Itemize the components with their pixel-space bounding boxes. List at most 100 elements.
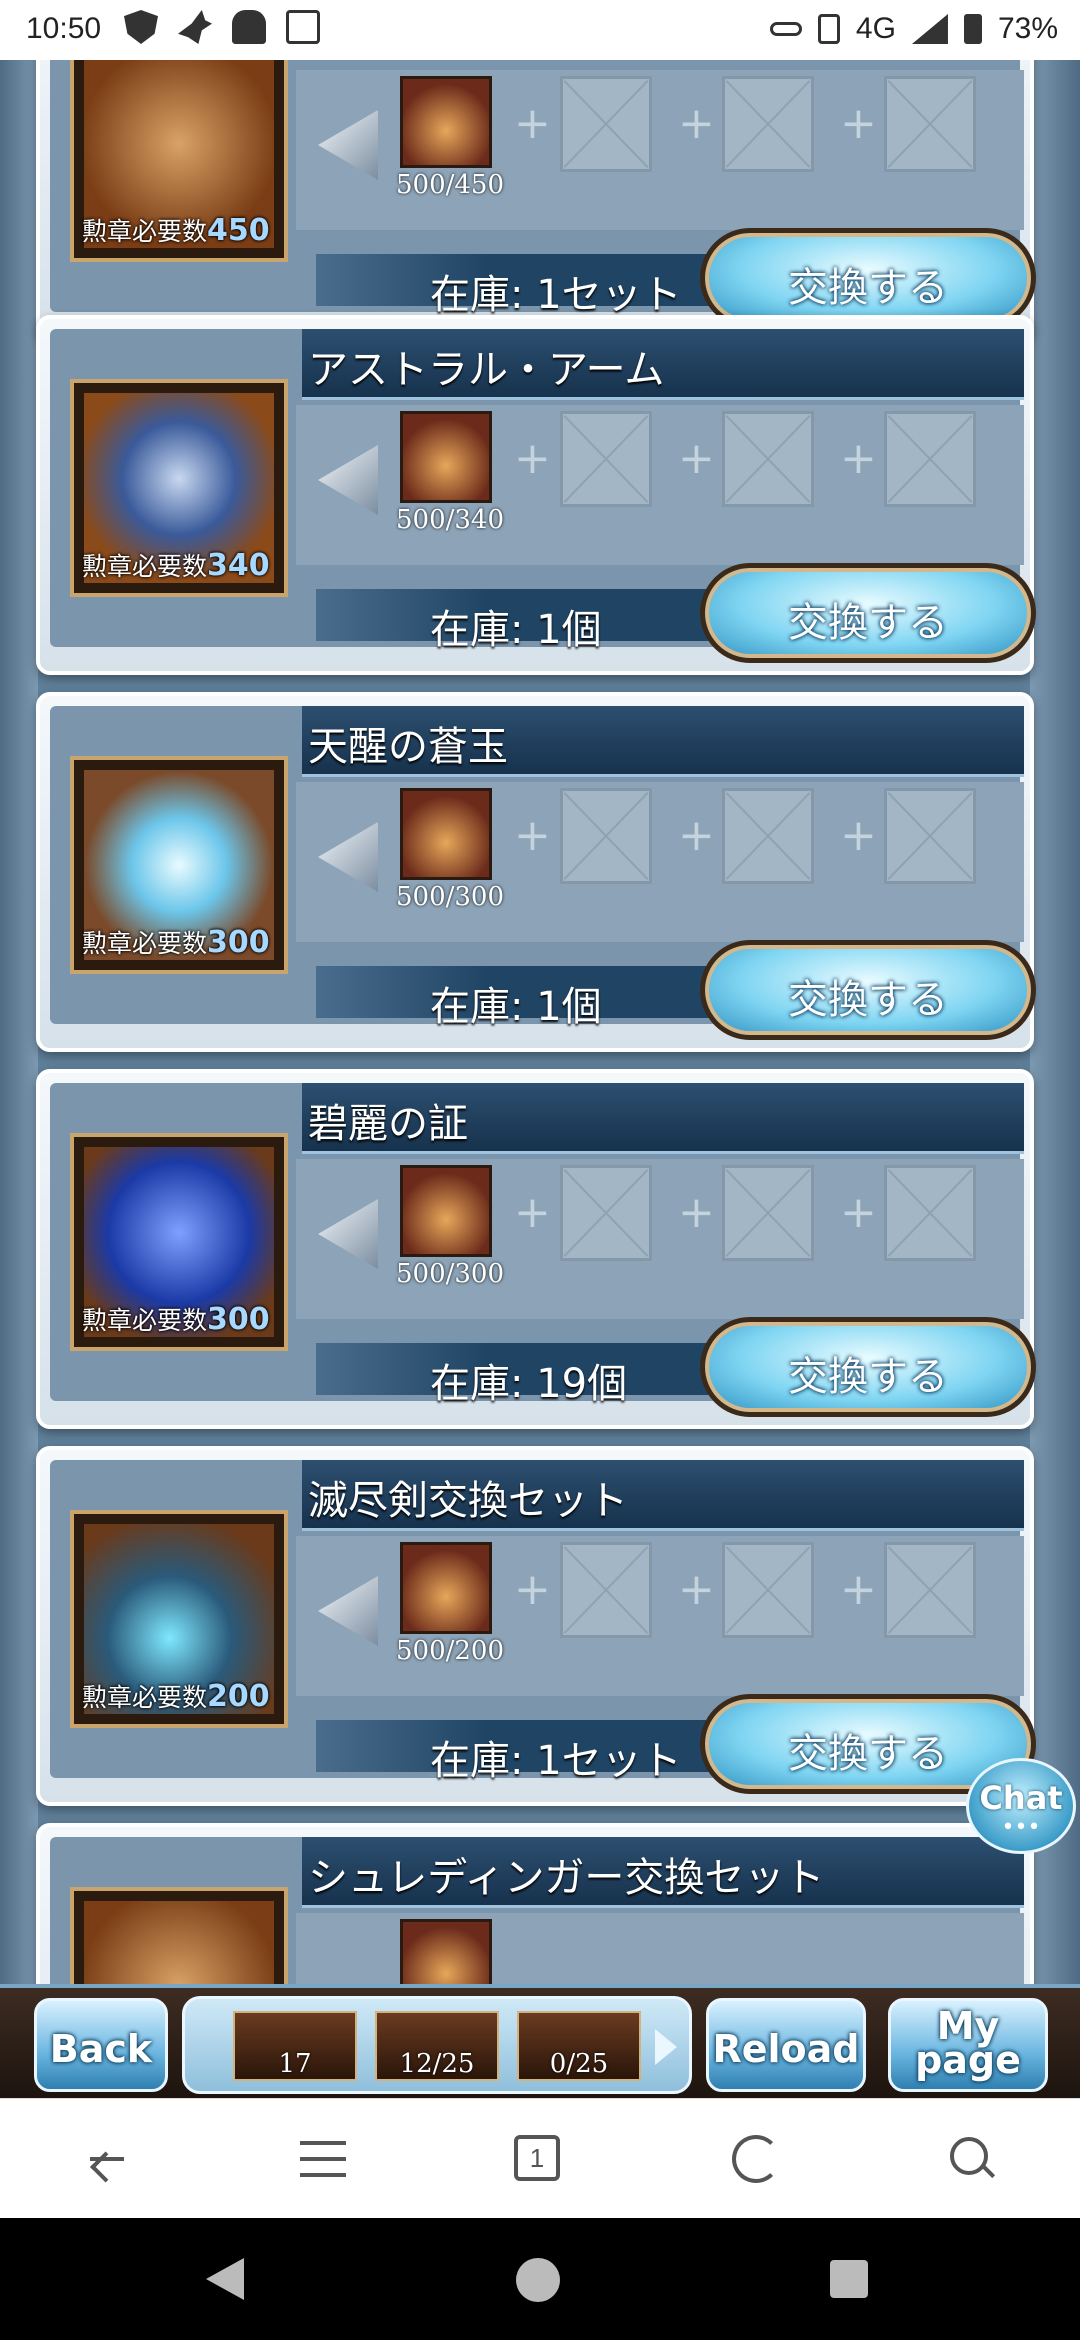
item-frame[interactable] xyxy=(70,1887,288,1987)
status-time: 10:50 xyxy=(26,12,102,45)
refresh-icon[interactable] xyxy=(732,2135,780,2183)
arrow-left-icon[interactable] xyxy=(318,822,378,892)
network-type: 4G xyxy=(855,12,896,45)
mypage-button[interactable]: My page xyxy=(888,1998,1048,2092)
medal-icon xyxy=(400,1542,492,1634)
medal-slots: 500/300 + + + xyxy=(296,1159,1024,1319)
requirement-label: 勲章必要数300 xyxy=(82,1302,270,1337)
medal-count: 500/300 xyxy=(396,882,505,912)
medal-count: 500/450 xyxy=(396,170,505,200)
exchange-button[interactable]: 交換する xyxy=(700,228,1036,328)
back-label: Back xyxy=(49,2027,153,2071)
medal-slots: 500/300 + + + xyxy=(296,782,1024,942)
back-arrow-icon[interactable] xyxy=(84,2135,132,2183)
plus-icon: + xyxy=(514,433,551,484)
chat-button[interactable]: Chat ••• xyxy=(966,1758,1076,1854)
menu-icon[interactable] xyxy=(300,2135,348,2183)
medal-slots: 500/450 + + + xyxy=(296,70,1024,230)
tray-count: 0/25 xyxy=(549,2049,609,2079)
item-frame[interactable]: 勲章必要数300 xyxy=(70,756,288,974)
weapon-icon xyxy=(84,1901,274,1987)
exchange-card: 滅尽剣交換セット 勲章必要数200 500/200 + + + 在庫: 1セット… xyxy=(36,1446,1036,1806)
item-frame[interactable]: 勲章必要数450 xyxy=(70,60,288,262)
empty-slot-icon xyxy=(722,1165,814,1261)
exchange-button[interactable]: 交換する xyxy=(700,1317,1036,1417)
arrow-left-icon[interactable] xyxy=(318,1199,378,1269)
medal-icon xyxy=(400,411,492,503)
exchange-card: 碧麗の証 勲章必要数300 500/300 + + + 在庫: 19個 交換する xyxy=(36,1069,1036,1429)
arrow-left-icon[interactable] xyxy=(318,1576,378,1646)
browser-toolbar: 1 xyxy=(0,2098,1080,2219)
exchange-label: 交換する xyxy=(788,600,948,646)
vibrate-icon xyxy=(817,14,840,44)
stock-label: 在庫: 1個 xyxy=(430,607,602,653)
plus-icon: + xyxy=(514,1564,551,1615)
exchange-card: 勲章必要数450 500/450 + + + 在庫: 1セット 交換する xyxy=(36,60,1036,340)
tabs-icon[interactable]: 1 xyxy=(514,2135,560,2181)
tray-next-icon[interactable] xyxy=(655,2029,677,2065)
mypage-label-line2: page xyxy=(915,2038,1021,2082)
shield-icon xyxy=(124,10,158,44)
medal-slots: 500/340 + + + xyxy=(296,405,1024,565)
left-border xyxy=(0,60,38,1987)
arrow-left-icon[interactable] xyxy=(318,445,378,515)
plus-icon: + xyxy=(840,98,877,149)
game-area: 勲章必要数450 500/450 + + + 在庫: 1セット 交換する アスト… xyxy=(0,60,1080,1987)
system-icons: 4G 73% xyxy=(769,12,1058,46)
exchange-label: 交換する xyxy=(788,265,948,311)
plus-icon: + xyxy=(678,1564,715,1615)
stock-label: 在庫: 1セット xyxy=(430,1738,682,1784)
exchange-card: シュレディンガー交換セット xyxy=(36,1823,1034,1987)
medal-icon xyxy=(400,76,492,168)
tray-item[interactable]: 0/25 xyxy=(517,2011,641,2081)
empty-slot-icon xyxy=(884,76,976,172)
plus-icon: + xyxy=(840,433,877,484)
item-frame[interactable]: 勲章必要数200 xyxy=(70,1510,288,1728)
tray-item[interactable]: 12/25 xyxy=(375,2011,499,2081)
battery-percent: 73% xyxy=(997,12,1058,45)
stock-label: 在庫: 1個 xyxy=(430,984,602,1030)
signal-icon xyxy=(911,14,948,44)
reload-label: Reload xyxy=(712,2027,860,2071)
exchange-card: アストラル・アーム 勲章必要数340 500/340 + + + 在庫: 1個 … xyxy=(36,315,1036,675)
exchange-button[interactable]: 交換する xyxy=(700,563,1036,663)
medal-slots xyxy=(296,1913,1024,1987)
empty-slot-icon xyxy=(722,76,814,172)
plus-icon: + xyxy=(678,1187,715,1238)
empty-slot-icon xyxy=(560,1165,652,1261)
search-icon[interactable] xyxy=(948,2135,996,2183)
stock-label: 在庫: 1セット xyxy=(430,272,682,318)
plus-icon: + xyxy=(840,810,877,861)
plus-icon: + xyxy=(678,810,715,861)
download-icon xyxy=(286,10,320,44)
tray-count: 17 xyxy=(278,2049,312,2079)
medal-icon xyxy=(400,1165,492,1257)
empty-slot-icon xyxy=(884,788,976,884)
item-title: 天醒の蒼玉 xyxy=(308,724,508,770)
exchange-card: 天醒の蒼玉 勲章必要数300 500/300 + + + 在庫: 1個 交換する xyxy=(36,692,1036,1052)
reload-button[interactable]: Reload xyxy=(706,1998,866,2092)
nav-recents-icon[interactable] xyxy=(830,2260,868,2298)
plus-icon: + xyxy=(678,433,715,484)
bird-icon xyxy=(178,10,212,44)
item-frame[interactable]: 勲章必要数300 xyxy=(70,1133,288,1351)
empty-slot-icon xyxy=(560,76,652,172)
arrow-left-icon[interactable] xyxy=(318,110,378,180)
empty-slot-icon xyxy=(722,411,814,507)
stock-label: 在庫: 19個 xyxy=(430,1361,628,1407)
nav-home-icon[interactable] xyxy=(516,2258,560,2302)
tray-item[interactable]: 17 xyxy=(233,2011,357,2081)
requirement-label: 勲章必要数450 xyxy=(82,213,270,248)
exchange-button[interactable]: 交換する xyxy=(700,940,1036,1040)
requirement-label: 勲章必要数300 xyxy=(82,925,270,960)
exchange-label: 交換する xyxy=(788,977,948,1023)
plus-icon: + xyxy=(514,1187,551,1238)
dinosaur-icon xyxy=(232,10,266,44)
back-button[interactable]: Back xyxy=(34,1998,168,2092)
empty-slot-icon xyxy=(560,411,652,507)
notification-icons xyxy=(124,10,320,44)
medal-icon xyxy=(400,788,492,880)
item-frame[interactable]: 勲章必要数340 xyxy=(70,379,288,597)
nav-back-icon[interactable] xyxy=(206,2258,244,2300)
chat-dots-icon: ••• xyxy=(1001,1815,1041,1840)
